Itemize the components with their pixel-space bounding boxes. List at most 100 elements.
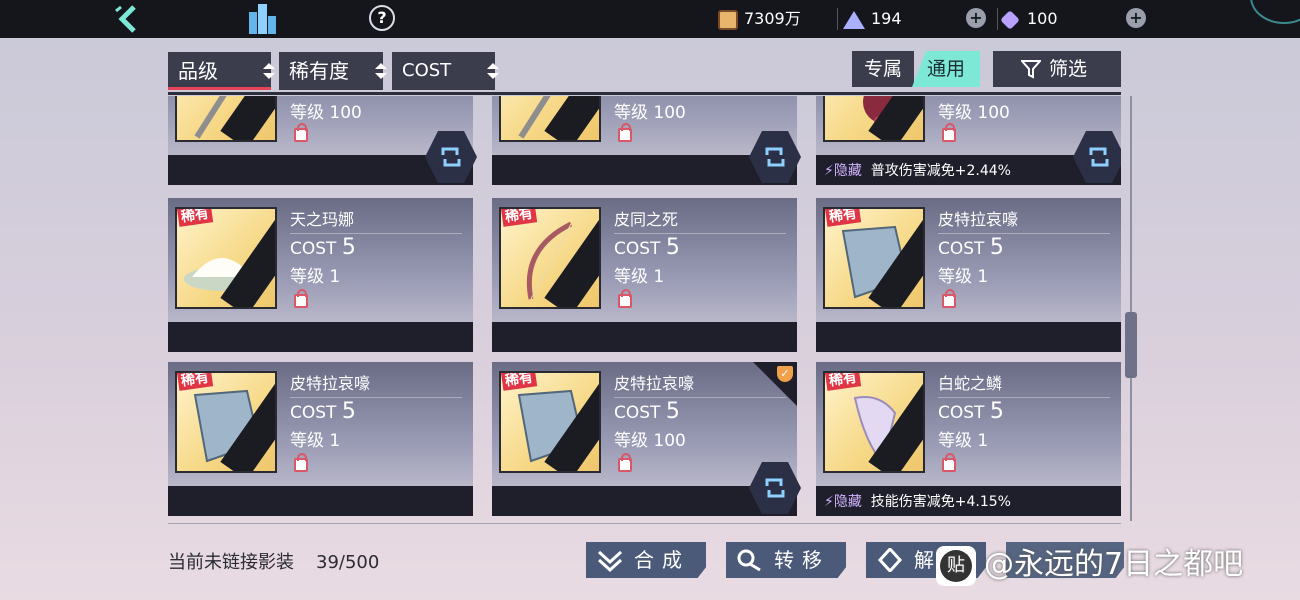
divider — [997, 8, 998, 30]
top-bar: ? 7309万 194 + 100 + — [0, 0, 1300, 38]
tieba-logo-icon — [936, 545, 976, 586]
ticket-counter: 194 — [843, 7, 902, 31]
add-tickets-button[interactable]: + — [966, 8, 986, 28]
item-cost: COST 5 — [290, 235, 356, 260]
lock-icon[interactable] — [618, 453, 632, 472]
item-level: 等级 1 — [938, 267, 989, 287]
item-cost: COST 5 — [938, 399, 1004, 424]
filter-button[interactable]: 筛选 — [993, 51, 1121, 87]
card-footer — [816, 322, 1121, 352]
item-level: 等级 100 — [938, 103, 1010, 123]
link-status: 当前未链接影装 39/500 — [168, 548, 379, 574]
item-level: 等级 1 — [614, 267, 665, 287]
transfer-button[interactable]: 转移 — [726, 542, 846, 578]
lock-icon[interactable] — [942, 123, 956, 142]
crystal-icon — [877, 548, 903, 572]
equipment-card[interactable]: 稀有 白蛇之鳞 COST 5 等级 1 ⚡隐藏 技能伤害减免+4.15% — [816, 362, 1121, 516]
lightning-icon: ⚡ — [824, 163, 834, 179]
cost-sort-label: COST — [402, 60, 452, 81]
diamond-icon — [1000, 9, 1020, 30]
equipment-card[interactable]: 等级 100 ⚡隐藏 普攻伤害减免+2.44% — [816, 96, 1121, 185]
equipment-card[interactable]: 稀有 皮特拉哀嚎 COST 5 等级 1 — [168, 362, 473, 516]
hidden-tag: 隐藏 — [833, 494, 862, 510]
coin-counter: 7309万 — [718, 7, 801, 31]
scrollbar-track[interactable] — [1130, 96, 1132, 521]
triangle-crystal-icon — [843, 10, 865, 29]
transfer-icon — [737, 549, 761, 572]
grid-bottom-divider — [168, 523, 1121, 524]
item-thumbnail: 稀有 — [823, 371, 925, 473]
equipment-card[interactable]: 等级 100 — [168, 96, 477, 185]
menu-circle-icon[interactable] — [1250, 0, 1300, 24]
add-gems-button[interactable]: + — [1126, 8, 1146, 28]
hidden-effect: ⚡隐藏 技能伤害减免+4.15% — [824, 491, 1011, 511]
equipment-grid: 等级 100 等级 100 等级 100 ⚡隐藏 普攻伤害减免+2.44% 稀有… — [168, 96, 1121, 521]
tab-general[interactable]: 通用 — [912, 51, 980, 87]
equipment-card[interactable]: 等级 100 — [492, 96, 801, 185]
card-footer — [168, 322, 473, 352]
item-cost: COST 5 — [614, 399, 680, 424]
equipment-card[interactable]: 稀有 皮特拉哀嚎 COST 5 等级 100 ✓ — [492, 362, 801, 516]
rarity-sort-dropdown[interactable]: 稀有度 — [279, 52, 387, 90]
item-level: 等级 1 — [290, 267, 341, 287]
merge-button[interactable]: 合成 — [586, 542, 706, 578]
watermark: @永远的7日之都吧 — [936, 545, 1244, 586]
card-footer — [492, 322, 797, 352]
lock-icon[interactable] — [942, 289, 956, 308]
item-cost: COST 5 — [614, 235, 680, 260]
city-icon[interactable] — [245, 2, 279, 36]
item-thumbnail: 稀有 — [499, 207, 601, 309]
item-name: 天之玛娜 — [290, 206, 462, 234]
item-level: 等级 1 — [290, 431, 341, 451]
lock-icon[interactable] — [294, 453, 308, 472]
item-thumbnail — [175, 96, 277, 142]
funnel-icon — [1021, 60, 1041, 79]
equipment-card[interactable]: 稀有 天之玛娜 COST 5 等级 1 — [168, 198, 473, 352]
equipment-card[interactable]: 稀有 皮特拉哀嚎 COST 5 等级 1 — [816, 198, 1121, 352]
filter-label: 筛选 — [1049, 58, 1088, 80]
item-thumbnail: 稀有 — [175, 371, 277, 473]
hidden-effect-text: 技能伤害减免+4.15% — [870, 494, 1011, 510]
item-name: 白蛇之鳞 — [938, 370, 1110, 398]
lock-icon[interactable] — [942, 453, 956, 472]
lock-icon[interactable] — [618, 123, 632, 142]
help-icon[interactable]: ? — [363, 0, 401, 37]
item-thumbnail: 稀有 — [823, 207, 925, 309]
shield-check-icon: ✓ — [777, 366, 793, 382]
item-name: 皮特拉哀嚎 — [614, 370, 786, 398]
grade-sort-label: 品级 — [178, 59, 218, 83]
item-name: 皮特拉哀嚎 — [290, 370, 462, 398]
item-cost: COST 5 — [938, 235, 1004, 260]
grade-sort-dropdown[interactable]: 品级 — [168, 52, 275, 90]
item-level: 等级 100 — [614, 431, 686, 451]
hidden-effect-text: 普攻伤害减免+2.44% — [870, 163, 1011, 179]
rarity-sort-label: 稀有度 — [289, 59, 349, 83]
item-cost: COST 5 — [290, 399, 356, 424]
item-name: 皮特拉哀嚎 — [938, 206, 1110, 234]
hidden-effect: ⚡隐藏 普攻伤害减免+2.44% — [824, 160, 1011, 180]
lock-icon[interactable] — [294, 123, 308, 142]
back-arrow-icon[interactable] — [112, 2, 148, 36]
item-level: 等级 100 — [290, 103, 362, 123]
item-thumbnail — [499, 96, 601, 142]
divider — [837, 8, 838, 30]
item-thumbnail: 稀有 — [499, 371, 601, 473]
scrollbar-thumb[interactable] — [1125, 312, 1137, 378]
tab-exclusive[interactable]: 专属 — [852, 51, 914, 87]
status-label: 当前未链接影装 — [168, 552, 294, 573]
cost-sort-dropdown[interactable]: COST — [392, 52, 499, 90]
lock-icon[interactable] — [618, 289, 632, 308]
card-footer — [168, 486, 473, 516]
coin-icon — [718, 9, 738, 30]
item-name: 皮同之死 — [614, 206, 786, 234]
item-level: 等级 100 — [614, 103, 686, 123]
hidden-tag: 隐藏 — [833, 163, 862, 179]
lightning-icon: ⚡ — [824, 494, 834, 510]
header-divider — [168, 92, 1121, 95]
watermark-text: @永远的7日之都吧 — [984, 547, 1244, 582]
item-level: 等级 1 — [938, 431, 989, 451]
lock-icon[interactable] — [294, 289, 308, 308]
equipment-card[interactable]: 稀有 皮同之死 COST 5 等级 1 — [492, 198, 797, 352]
status-count: 39/500 — [316, 552, 380, 573]
item-thumbnail: 稀有 — [175, 207, 277, 309]
